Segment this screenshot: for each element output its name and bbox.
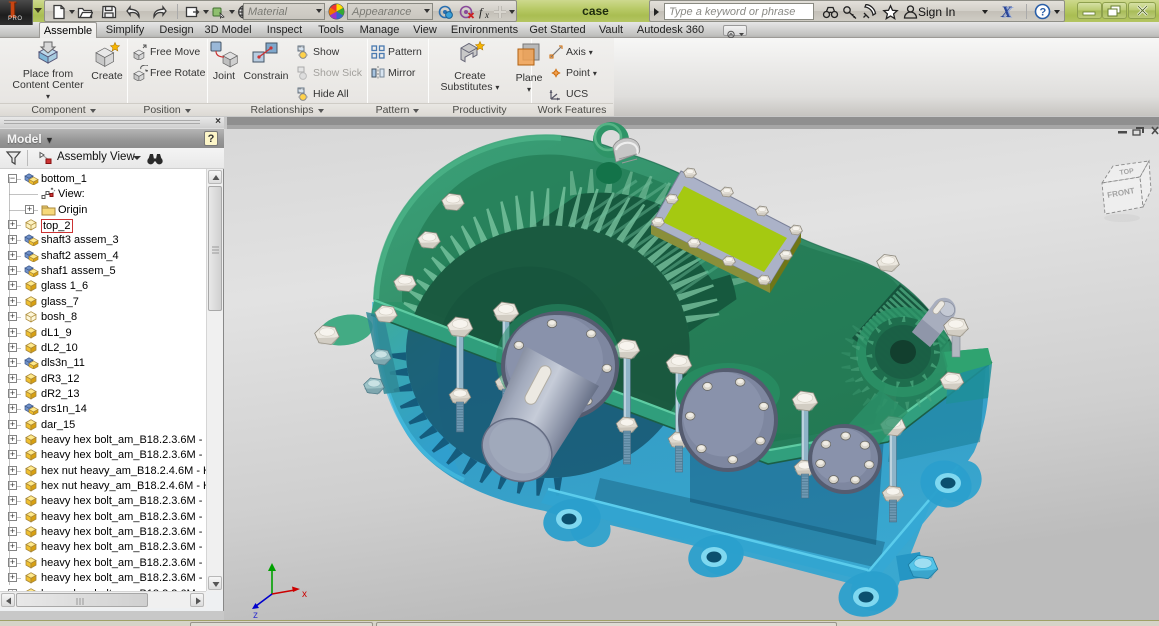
- svg-text:?: ?: [1040, 7, 1047, 19]
- svg-text:f: f: [479, 5, 484, 19]
- svg-text:z: z: [253, 610, 258, 620]
- svg-text:x: x: [484, 10, 489, 20]
- svg-text:x: x: [302, 589, 307, 600]
- svg-text:X: X: [1000, 4, 1012, 20]
